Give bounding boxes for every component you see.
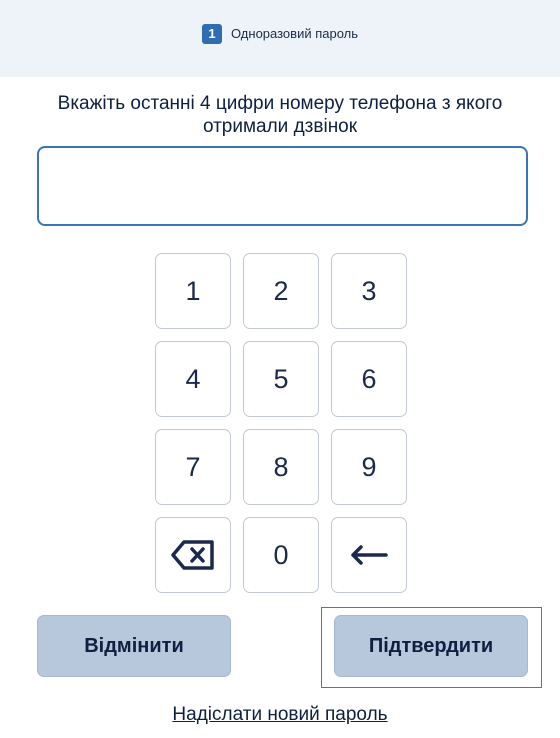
step-number-badge: 1 — [201, 23, 222, 44]
cancel-button[interactable]: Відмінити — [37, 615, 231, 677]
clear-key[interactable] — [155, 517, 231, 593]
key-4[interactable]: 4 — [155, 341, 231, 417]
step-title: Одноразовий пароль — [230, 26, 359, 41]
instruction-text: Вкажіть останні 4 цифри номеру телефона … — [57, 93, 503, 137]
key-2[interactable]: 2 — [243, 253, 319, 329]
key-1[interactable]: 1 — [155, 253, 231, 329]
key-7[interactable]: 7 — [155, 429, 231, 505]
resend-password-link[interactable]: Надіслати новий пароль — [0, 704, 560, 726]
confirm-highlight-box — [321, 607, 542, 688]
arrow-left-icon — [351, 545, 388, 565]
header-bar: 1 Одноразовий пароль — [0, 0, 560, 77]
key-6[interactable]: 6 — [331, 341, 407, 417]
key-3[interactable]: 3 — [331, 253, 407, 329]
backspace-x-icon — [171, 540, 214, 570]
key-9[interactable]: 9 — [331, 429, 407, 505]
backspace-key[interactable] — [331, 517, 407, 593]
key-0[interactable]: 0 — [243, 517, 319, 593]
key-5[interactable]: 5 — [243, 341, 319, 417]
code-input[interactable] — [37, 146, 528, 226]
key-8[interactable]: 8 — [243, 429, 319, 505]
